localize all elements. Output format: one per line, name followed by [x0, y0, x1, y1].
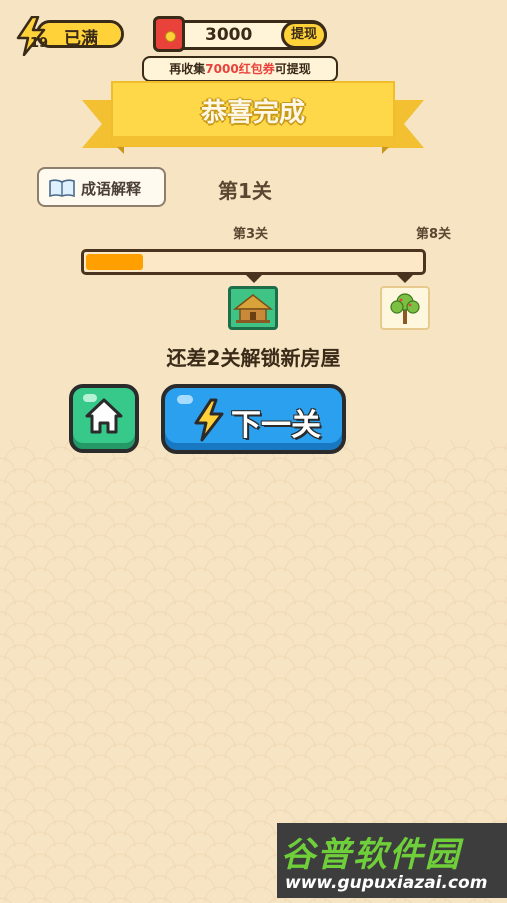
- collect-tip-suffix: 可提现: [274, 62, 311, 76]
- energy-level: 19: [30, 36, 49, 51]
- idiom-explanation-button[interactable]: 成语解释: [37, 167, 166, 207]
- idiom-button-label: 成语解释: [81, 180, 142, 198]
- house-icon: [232, 294, 274, 323]
- unlock-message: 还差2关解锁新房屋: [166, 346, 341, 370]
- home-button[interactable]: [69, 384, 139, 453]
- next-level-button[interactable]: 下一关: [161, 384, 346, 454]
- book-icon: [49, 179, 75, 197]
- collect-tip-highlight: 7000红包券: [205, 62, 275, 76]
- milestone-label-1: 第3关: [233, 227, 269, 242]
- coupon-balance: 3000 提现: [153, 16, 329, 54]
- milestone-label-2: 第8关: [416, 227, 452, 242]
- completion-banner: 恭喜完成: [80, 78, 426, 158]
- watermark-title: 谷普软件园: [281, 835, 461, 875]
- energy-status: 已满: [64, 29, 98, 49]
- reward-house: [228, 286, 278, 330]
- tree-icon: [390, 293, 420, 324]
- withdraw-button[interactable]: 提现: [281, 21, 327, 49]
- level-progress-bar: [81, 249, 426, 275]
- lightning-icon: [194, 398, 224, 442]
- coupon-amount: 3000: [205, 25, 253, 45]
- home-icon: [85, 398, 123, 434]
- milestone-pointer-2: [397, 275, 413, 283]
- watermark: 谷普软件园 www.gupuxiazai.com: [277, 823, 507, 898]
- collect-tip-prefix: 再收集: [169, 62, 206, 76]
- banner-title: 恭喜完成: [200, 98, 305, 128]
- milestone-pointer-1: [246, 275, 262, 283]
- reward-tree: [380, 286, 430, 330]
- energy-indicator[interactable]: 19 已满: [14, 16, 126, 56]
- watermark-url: www.gupuxiazai.com: [285, 873, 488, 893]
- progress-fill: [86, 254, 143, 270]
- next-button-label: 下一关: [231, 408, 321, 443]
- red-envelope-icon: [153, 16, 185, 52]
- level-title: 第1关: [218, 179, 272, 203]
